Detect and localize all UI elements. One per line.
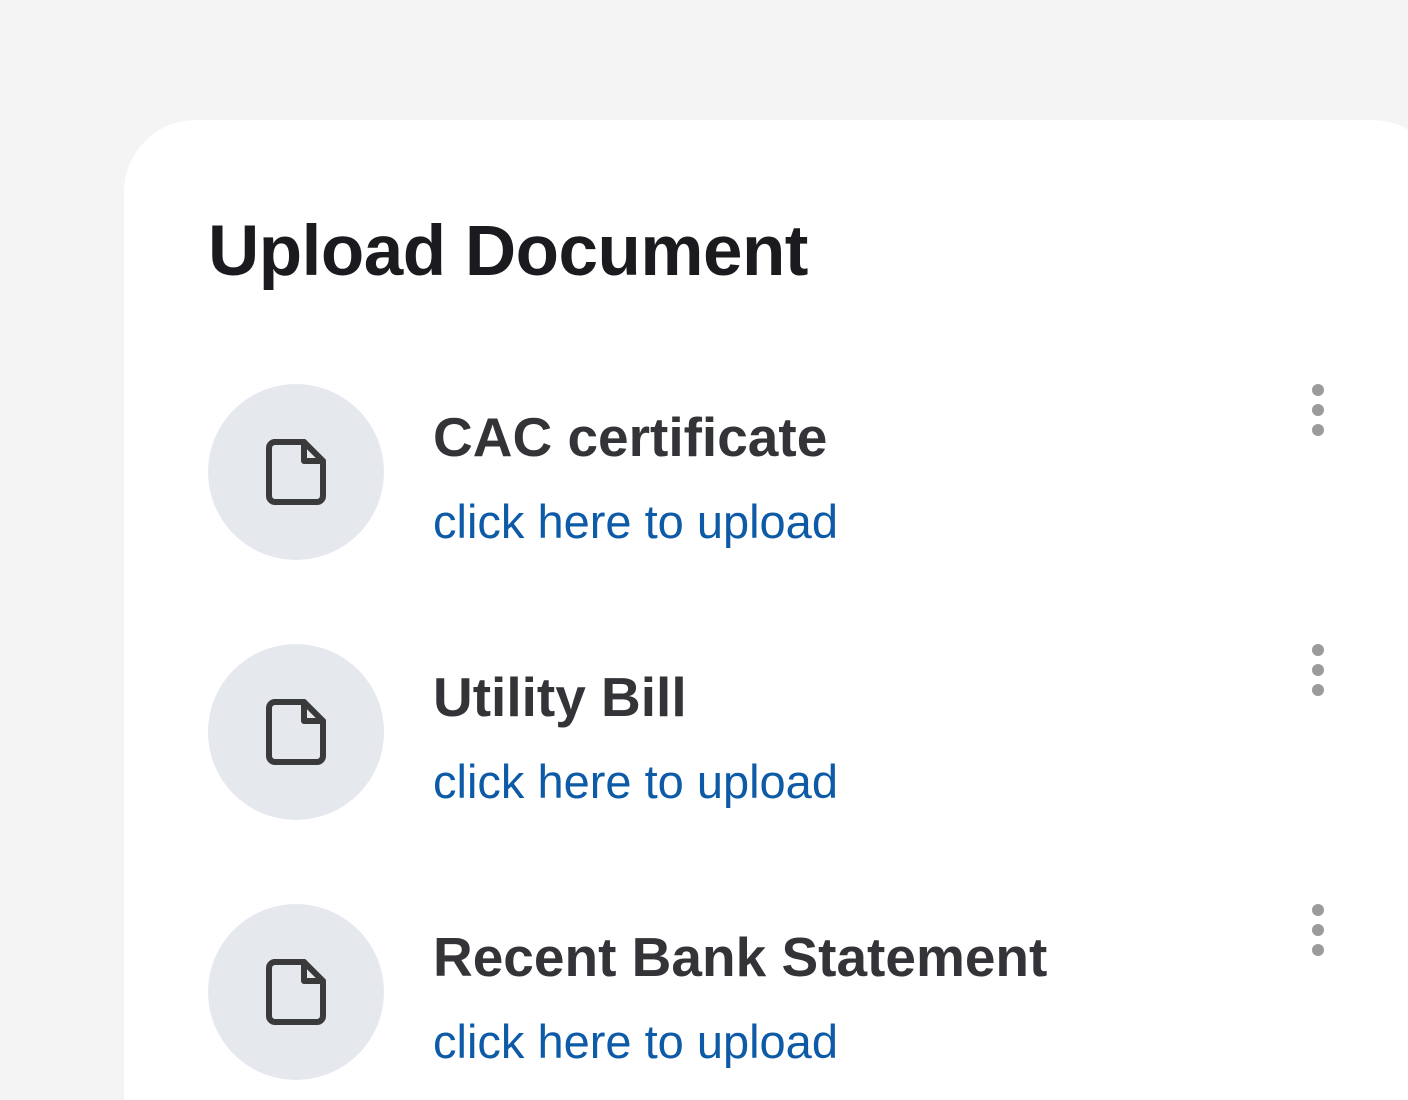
kebab-dot <box>1312 404 1324 416</box>
kebab-dot <box>1312 424 1324 436</box>
document-icon-circle <box>208 384 384 560</box>
upload-link[interactable]: click here to upload <box>433 1014 838 1070</box>
kebab-dot <box>1312 684 1324 696</box>
upload-link[interactable]: click here to upload <box>433 494 838 550</box>
kebab-dot <box>1312 644 1324 656</box>
page-title: Upload Document <box>208 212 808 291</box>
document-name: CAC certificate <box>433 406 828 468</box>
upload-link[interactable]: click here to upload <box>433 754 838 810</box>
document-icon-circle <box>208 904 384 1080</box>
document-item-recent-bank-statement: Recent Bank Statement click here to uplo… <box>208 904 1338 1080</box>
document-name: Recent Bank Statement <box>433 926 1048 988</box>
document-icon <box>266 699 326 765</box>
document-item-cac-certificate: CAC certificate click here to upload <box>208 384 1338 560</box>
document-icon <box>266 439 326 505</box>
kebab-dot <box>1312 664 1324 676</box>
kebab-dot <box>1312 384 1324 396</box>
more-options-button[interactable] <box>1292 644 1344 696</box>
more-options-button[interactable] <box>1292 904 1344 956</box>
upload-document-card: Upload Document CAC certificate click he… <box>124 120 1408 1100</box>
kebab-dot <box>1312 924 1324 936</box>
kebab-dot <box>1312 904 1324 916</box>
document-icon-circle <box>208 644 384 820</box>
kebab-dot <box>1312 944 1324 956</box>
document-name: Utility Bill <box>433 666 687 728</box>
document-item-utility-bill: Utility Bill click here to upload <box>208 644 1338 820</box>
more-options-button[interactable] <box>1292 384 1344 436</box>
document-icon <box>266 959 326 1025</box>
